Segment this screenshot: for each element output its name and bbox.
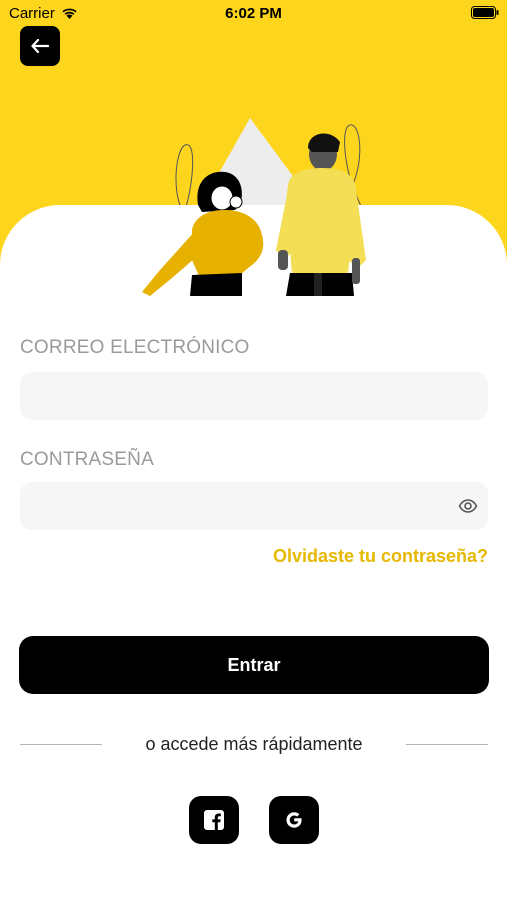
password-label: CONTRASEÑA xyxy=(20,449,154,470)
email-field-container xyxy=(20,372,488,420)
man-figure xyxy=(276,133,366,296)
login-button-label: Entrar xyxy=(227,654,281,675)
woman-figure xyxy=(142,171,264,296)
status-time: 6:02 PM xyxy=(225,5,282,22)
login-screen: Carrier 6:02 PM CORREO ELECTRÓNICO CONTR… xyxy=(0,0,507,900)
facebook-login-button[interactable] xyxy=(189,796,239,844)
battery-icon xyxy=(471,6,499,19)
login-button[interactable]: Entrar xyxy=(19,636,489,694)
eye-icon[interactable] xyxy=(458,496,478,516)
google-login-button[interactable] xyxy=(269,796,319,844)
google-icon xyxy=(286,812,302,828)
divider-line-right xyxy=(406,744,488,745)
password-field[interactable] xyxy=(20,482,488,530)
email-field[interactable] xyxy=(20,372,488,420)
people-figures xyxy=(142,133,366,296)
password-field-container xyxy=(20,482,488,530)
arrow-left-icon xyxy=(31,39,49,53)
email-label: CORREO ELECTRÓNICO xyxy=(20,337,250,358)
forgot-password-link[interactable]: Olvidaste tu contraseña? xyxy=(273,546,488,567)
status-bar: Carrier 6:02 PM xyxy=(0,0,507,28)
back-button[interactable] xyxy=(20,26,60,66)
social-divider: o accede más rápidamente xyxy=(20,734,488,756)
facebook-icon xyxy=(204,810,224,830)
